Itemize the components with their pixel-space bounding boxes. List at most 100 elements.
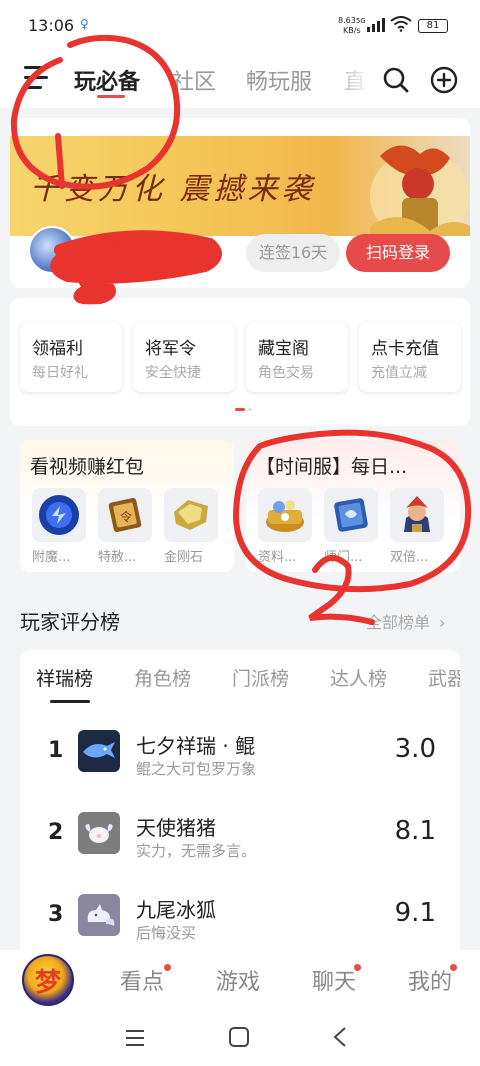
promo-card-video-reward[interactable]: 看视频赚红包 附魔... 令 特赦... 金刚石 bbox=[20, 440, 234, 572]
banner-character-image bbox=[370, 145, 470, 236]
chevron-right-icon: › bbox=[439, 613, 446, 632]
promo-item-label: 师门... bbox=[324, 550, 363, 565]
rank-item-desc: 鲲之大可包罗万象 bbox=[136, 760, 257, 778]
rank-tab-weapon[interactable]: 武器 bbox=[428, 664, 460, 691]
checkin-streak-badge[interactable]: 连签16天 bbox=[246, 234, 340, 272]
promo-item[interactable]: 双倍... bbox=[390, 488, 446, 565]
tab-essentials[interactable]: 玩必备 bbox=[74, 64, 140, 96]
promo-item-label: 双倍... bbox=[390, 550, 429, 565]
promo-item-label: 资料... bbox=[258, 550, 297, 565]
quick-link-title: 将军令 bbox=[145, 339, 196, 359]
quick-link-subtitle: 安全快捷 bbox=[145, 365, 201, 381]
network-speed: 8.635G KB/s bbox=[338, 16, 366, 35]
promo-item[interactable]: 金刚石 bbox=[164, 488, 220, 565]
recents-icon[interactable] bbox=[124, 1028, 146, 1048]
spell-book-icon bbox=[324, 488, 378, 542]
banner-image[interactable]: 千变万化 震撼来袭 bbox=[10, 136, 470, 236]
unread-dot bbox=[164, 964, 171, 971]
promo-item[interactable]: 师门... bbox=[324, 488, 380, 565]
rank-row[interactable]: 2 天使猪猪 实力，无需多言。 8.1 bbox=[20, 794, 460, 874]
warrior-portrait-icon bbox=[390, 488, 444, 542]
banner-card: 千变万化 震撼来袭 ...冰川 连签16天 扫码登录 bbox=[10, 118, 470, 288]
rank-item-desc: 实力，无需多言。 bbox=[136, 842, 257, 860]
quick-link-general-token[interactable]: 将军令 安全快捷 bbox=[133, 322, 235, 392]
signal-icon bbox=[367, 18, 385, 32]
bottom-nav-me[interactable]: 我的 bbox=[408, 964, 452, 996]
quick-link-subtitle: 角色交易 bbox=[258, 365, 314, 381]
tab-fade bbox=[330, 52, 370, 108]
quick-link-subtitle: 每日好礼 bbox=[32, 365, 88, 381]
search-icon[interactable] bbox=[382, 66, 410, 94]
quick-link-welfare[interactable]: 领福利 每日好礼 bbox=[20, 322, 122, 392]
pager-dot-active bbox=[235, 408, 245, 411]
quick-link-subtitle: 充值立减 bbox=[371, 365, 427, 381]
rank-score: 9.1 bbox=[394, 898, 436, 928]
quick-link-title: 藏宝阁 bbox=[258, 339, 309, 359]
rank-item-name: 天使猪猪 bbox=[136, 816, 216, 840]
rank-row[interactable]: 1 七夕祥瑞 · 鲲 鲲之大可包罗万象 3.0 bbox=[20, 712, 460, 792]
rank-tab-expert[interactable]: 达人榜 bbox=[330, 664, 387, 691]
battery-icon: 81 bbox=[418, 19, 448, 33]
promo-item-label: 附魔... bbox=[32, 550, 71, 565]
ice-fox-icon bbox=[78, 894, 120, 936]
menu-icon[interactable] bbox=[24, 66, 48, 90]
svg-text:令: 令 bbox=[120, 509, 132, 524]
quick-link-card-recharge[interactable]: 点卡充值 充值立减 bbox=[359, 322, 461, 392]
app-logo[interactable]: 梦 bbox=[22, 954, 74, 1006]
promo-item[interactable]: 资料... bbox=[258, 488, 314, 565]
user-name: ...冰川 bbox=[92, 238, 146, 259]
quick-link-title: 点卡充值 bbox=[371, 339, 439, 359]
promo-item[interactable]: 附魔... bbox=[32, 488, 88, 565]
back-icon[interactable] bbox=[332, 1026, 348, 1048]
rank-number: 2 bbox=[48, 820, 64, 845]
rank-tab-faction[interactable]: 门派榜 bbox=[232, 664, 289, 691]
user-avatar[interactable] bbox=[28, 226, 76, 274]
rank-score: 3.0 bbox=[394, 734, 436, 764]
bottom-nav-chat[interactable]: 聊天 bbox=[312, 964, 356, 996]
scan-login-button[interactable]: 扫码登录 bbox=[346, 234, 450, 272]
quick-link-title: 领福利 bbox=[32, 339, 83, 359]
quick-link-treasure-pavilion[interactable]: 藏宝阁 角色交易 bbox=[246, 322, 348, 392]
notification-icon: ♀ bbox=[80, 17, 89, 31]
unread-dot bbox=[450, 964, 457, 971]
home-icon[interactable] bbox=[228, 1026, 250, 1048]
quick-links-card: 领福利 每日好礼 将军令 安全快捷 藏宝阁 角色交易 点卡充值 充值立减 bbox=[10, 298, 470, 426]
rank-item-desc: 后悔没买 bbox=[136, 924, 197, 942]
rank-score: 8.1 bbox=[394, 816, 436, 846]
add-icon[interactable] bbox=[430, 66, 458, 94]
rank-tab-auspicious[interactable]: 祥瑞榜 bbox=[36, 664, 93, 691]
promo-item-label: 特赦... bbox=[98, 550, 137, 565]
rank-tab-character[interactable]: 角色榜 bbox=[134, 664, 191, 691]
tab-play-server[interactable]: 畅玩服 bbox=[246, 64, 312, 96]
top-nav: 玩必备 社区 畅玩服 直 bbox=[0, 52, 480, 108]
angel-pig-icon bbox=[78, 812, 120, 854]
pager-dot bbox=[248, 408, 252, 411]
system-nav-bar bbox=[0, 1010, 480, 1066]
status-time: 13:06 bbox=[28, 16, 75, 35]
speed-unit: KB/s bbox=[343, 26, 361, 35]
wifi-icon bbox=[390, 16, 412, 32]
treasure-chest-icon bbox=[258, 488, 312, 542]
speed-value: 8.63 bbox=[338, 16, 356, 25]
kun-mount-icon bbox=[78, 730, 120, 772]
bottom-nav-highlights[interactable]: 看点 bbox=[120, 964, 164, 996]
status-bar: 13:06 ♀ 8.635G KB/s 81 bbox=[0, 0, 480, 52]
blue-orb-icon bbox=[32, 488, 86, 542]
gold-diamond-icon bbox=[164, 488, 218, 542]
rank-row[interactable]: 3 九尾冰狐 后悔没买 9.1 bbox=[20, 876, 460, 950]
rank-item-name: 九尾冰狐 bbox=[136, 898, 216, 922]
ranking-header: 玩家评分榜 bbox=[20, 610, 120, 634]
bottom-nav-games[interactable]: 游戏 bbox=[216, 964, 260, 996]
active-tab-indicator bbox=[97, 95, 125, 98]
network-type: 5G bbox=[355, 17, 366, 25]
all-rankings-link[interactable]: 全部榜单 › bbox=[366, 609, 446, 633]
tab-community[interactable]: 社区 bbox=[172, 64, 216, 96]
app-logo-char: 梦 bbox=[34, 967, 61, 998]
promo-title: 看视频赚红包 bbox=[30, 456, 145, 478]
rank-number: 3 bbox=[48, 902, 64, 927]
promo-title: 【时间服】每日... bbox=[256, 456, 408, 478]
all-rankings-label: 全部榜单 bbox=[366, 613, 431, 632]
rank-number: 1 bbox=[48, 738, 64, 763]
promo-item[interactable]: 令 特赦... bbox=[98, 488, 154, 565]
promo-card-time-server[interactable]: 【时间服】每日... 资料... 师门... 双倍... bbox=[246, 440, 460, 572]
